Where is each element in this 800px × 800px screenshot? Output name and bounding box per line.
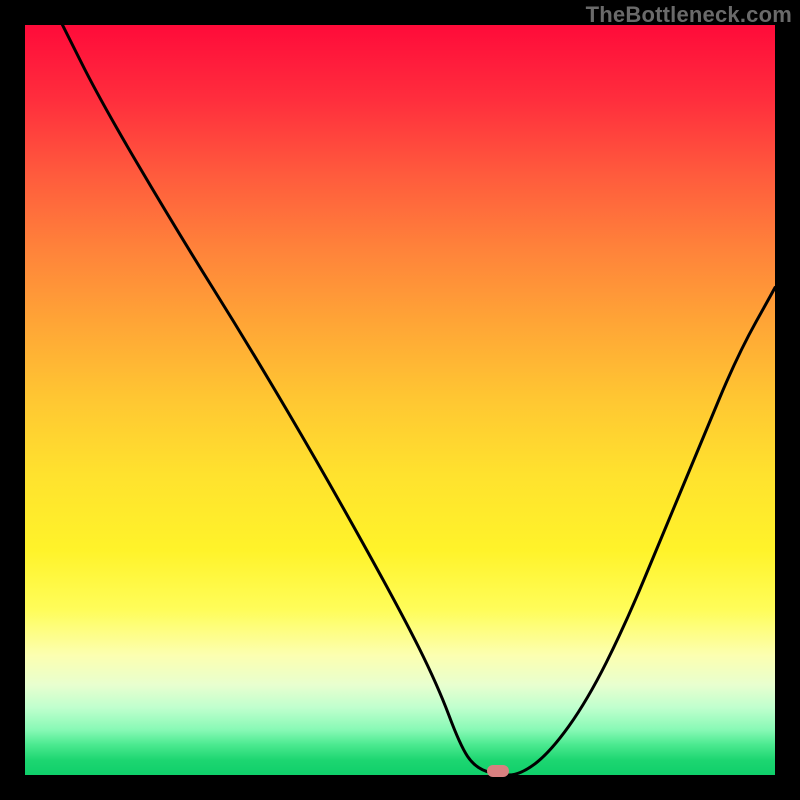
chart-frame: TheBottleneck.com <box>0 0 800 800</box>
curve-svg <box>25 25 775 775</box>
optimal-point-marker <box>487 765 509 777</box>
plot-area <box>25 25 775 775</box>
bottleneck-curve-line <box>63 25 776 775</box>
